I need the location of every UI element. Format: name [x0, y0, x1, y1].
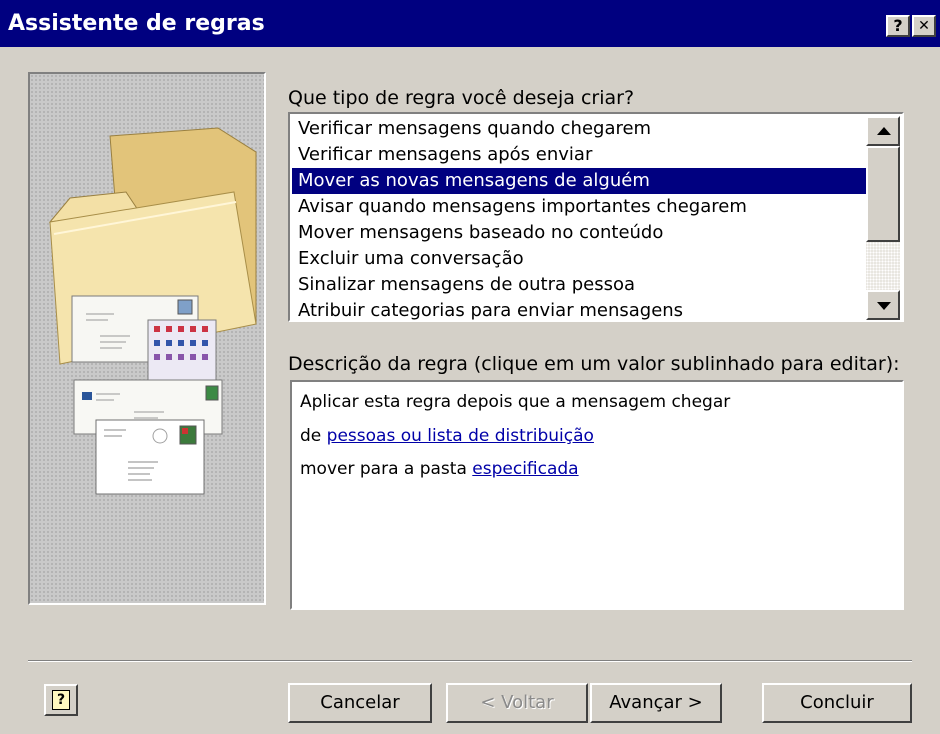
rule-type-list: Verificar mensagens quando chegarem Verif…	[292, 116, 866, 320]
rule-type-option[interactable]: Verificar mensagens após enviar	[292, 142, 866, 168]
rule-type-option[interactable]: Sinalizar mensagens de outra pessoa	[292, 272, 866, 298]
scroll-thumb[interactable]	[866, 146, 900, 242]
title-bar[interactable]: Assistente de regras ? ✕	[0, 0, 940, 47]
description-line-1: Aplicar esta regra depois que a mensagem…	[300, 392, 730, 412]
rule-description-box: Aplicar esta regra depois que a mensagem…	[290, 380, 904, 610]
vertical-scrollbar[interactable]	[866, 116, 900, 320]
back-button[interactable]: < Voltar	[446, 683, 588, 723]
people-or-distribution-list-link[interactable]: pessoas ou lista de distribuição	[327, 426, 594, 446]
description-line-2: de pessoas ou lista de distribuição	[300, 426, 594, 446]
rule-type-option[interactable]: Mover as novas mensagens de alguém	[292, 168, 866, 194]
rules-wizard-dialog: Assistente de regras ? ✕ Que tipo de reg…	[0, 0, 940, 734]
rule-type-option[interactable]: Mover mensagens baseado no conteúdo	[292, 220, 866, 246]
specified-folder-link[interactable]: especificada	[472, 459, 578, 479]
description-label: Descrição da regra (clique em um valor s…	[288, 353, 900, 375]
scroll-down-button[interactable]	[866, 290, 900, 320]
rule-type-option[interactable]: Excluir uma conversação	[292, 246, 866, 272]
rule-type-label: Que tipo de regra você deseja criar?	[288, 87, 635, 109]
footer-divider	[28, 660, 912, 662]
window-title: Assistente de regras	[8, 11, 265, 36]
title-close-button[interactable]: ✕	[912, 15, 936, 37]
rule-type-option[interactable]: Avisar quando mensagens importantes cheg…	[292, 194, 866, 220]
up-arrow-icon	[877, 127, 891, 135]
description-line-3: mover para a pasta especificada	[300, 459, 579, 479]
description-line-2-prefix: de	[300, 426, 322, 446]
wizard-illustration	[28, 72, 266, 605]
description-line-3-prefix: mover para a pasta	[300, 459, 467, 479]
next-button[interactable]: Avançar >	[590, 683, 722, 723]
office-assistant-help-button[interactable]: ?	[44, 684, 78, 716]
folder-envelopes-illustration	[48, 127, 257, 495]
help-icon: ?	[52, 690, 70, 710]
description-line-1-text: Aplicar esta regra depois que a mensagem…	[300, 392, 731, 412]
rule-type-option[interactable]: Verificar mensagens quando chegarem	[292, 116, 866, 142]
cancel-button[interactable]: Cancelar	[288, 683, 432, 723]
rule-type-option[interactable]: Atribuir categorias para enviar mensagen…	[292, 298, 866, 320]
down-arrow-icon	[877, 302, 891, 310]
title-help-button[interactable]: ?	[886, 15, 910, 37]
scroll-up-button[interactable]	[866, 116, 900, 146]
rule-type-listbox[interactable]: Verificar mensagens quando chegarem Verif…	[288, 112, 904, 322]
finish-button[interactable]: Concluir	[762, 683, 912, 723]
